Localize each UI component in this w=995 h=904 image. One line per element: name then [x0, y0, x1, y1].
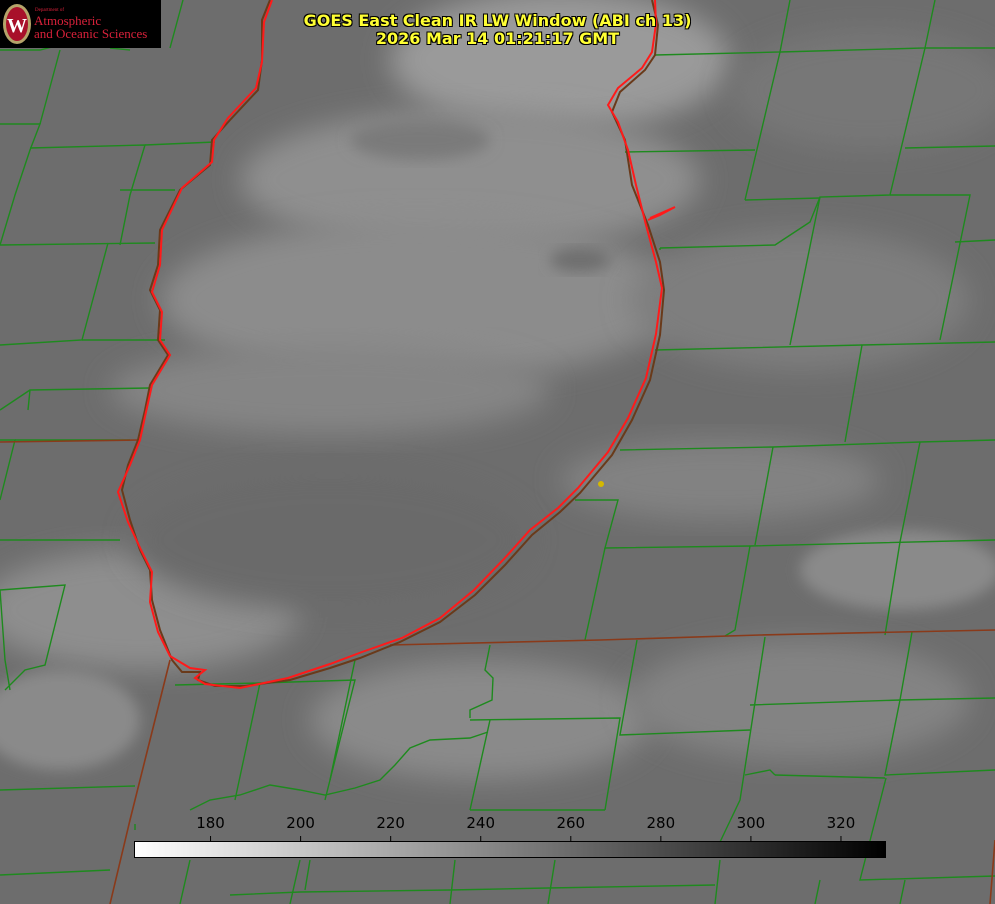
location-marker [598, 481, 604, 487]
map-timestamp: 2026 Mar 14 01:21:17 GMT [375, 29, 620, 48]
colorbar [134, 841, 886, 858]
colorbar-tick-label: 280 [646, 814, 676, 832]
colorbar-tick-label: 300 [736, 814, 766, 832]
colorbar-tick-label: 200 [286, 814, 315, 832]
colorbar-tick-label: 220 [376, 814, 405, 832]
map-canvas [0, 0, 995, 904]
colorbar-tick-label: 240 [466, 814, 496, 832]
colorbar-tick-label: 320 [826, 814, 856, 832]
satellite-map: W Department of Atmospheric and Oceanic … [0, 0, 995, 904]
colorbar-tick-label: 260 [556, 814, 586, 832]
colorbar-tick-label: 180 [196, 814, 225, 832]
map-title: GOES East Clean IR LW Window (ABI ch 13) [303, 11, 692, 30]
